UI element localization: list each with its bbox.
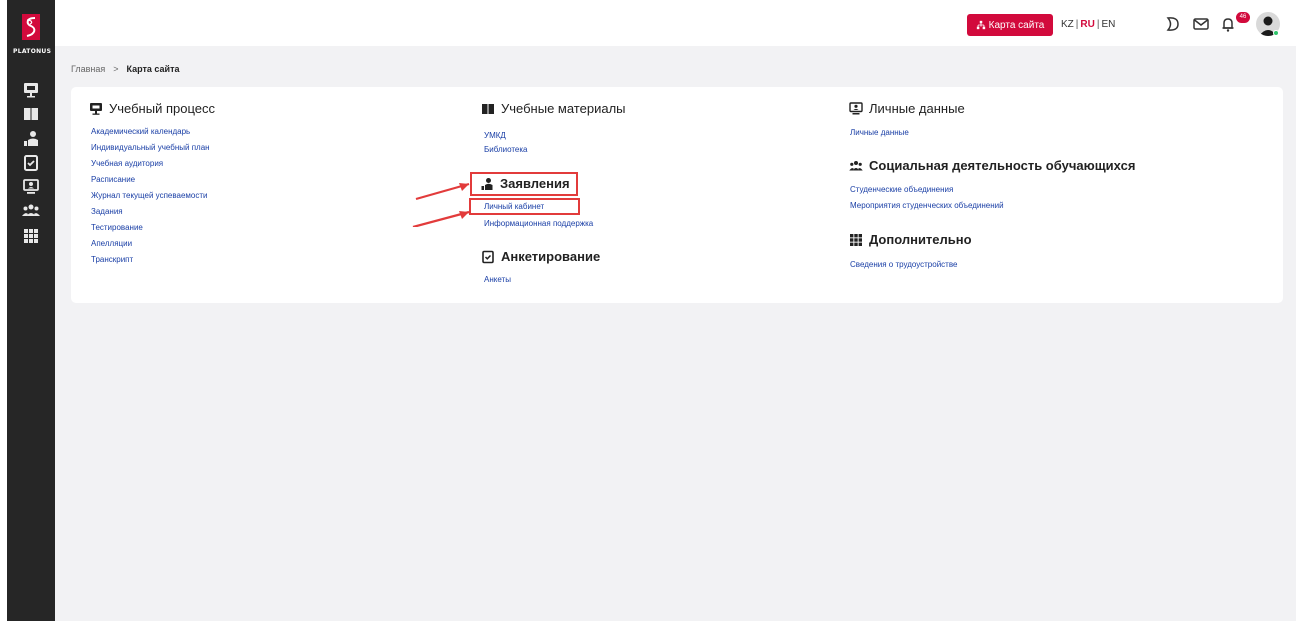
link-grade-journal[interactable]: Журнал текущей успеваемости (91, 191, 208, 200)
highlight-cabinet-box (469, 198, 580, 215)
group-icon (849, 160, 863, 170)
section-surveys-title: Анкетирование (501, 249, 601, 264)
sitemap-icon (976, 20, 985, 30)
platonus-logo[interactable]: PLATONUS (13, 14, 51, 55)
sidebar: PLATONUS (7, 0, 55, 621)
link-individual-plan[interactable]: Индивидуальный учебный план (91, 143, 210, 152)
breadcrumb-current: Карта сайта (126, 64, 180, 74)
link-schedule[interactable]: Расписание (91, 175, 135, 184)
section-study: Учебный процесс (89, 101, 215, 116)
lang-separator: | (1075, 19, 1079, 30)
book-icon (482, 103, 494, 114)
link-appeals[interactable]: Апелляции (91, 239, 132, 248)
grid-icon (850, 233, 862, 246)
section-personal-title: Личные данные (869, 101, 965, 116)
link-transcript[interactable]: Транскрипт (91, 255, 133, 264)
notification-badge: 46 (1236, 12, 1250, 23)
monitor-icon (90, 102, 102, 115)
lang-kz[interactable]: KZ (1061, 19, 1074, 30)
breadcrumb-home[interactable]: Главная (71, 64, 105, 74)
sitemap-button[interactable]: Карта сайта (967, 14, 1053, 36)
section-extra-title: Дополнительно (869, 232, 972, 247)
book-icon[interactable] (21, 104, 41, 124)
theme-toggle-icon[interactable] (1164, 15, 1182, 33)
highlight-applications-box (470, 172, 578, 196)
applicant-icon[interactable] (21, 129, 41, 149)
link-info-support[interactable]: Информационная поддержка (484, 219, 593, 228)
sitemap-card: Учебный процесс Академический календарь … (71, 87, 1283, 303)
link-classroom[interactable]: Учебная аудитория (91, 159, 163, 168)
link-questionnaires[interactable]: Анкеты (484, 275, 511, 284)
personal-data-icon (849, 101, 863, 114)
breadcrumb-separator: > (113, 64, 119, 74)
section-personal: Личные данные (849, 101, 965, 116)
breadcrumb: Главная > Карта сайта (71, 64, 180, 74)
annotation-arrows (412, 182, 470, 227)
link-employment-info[interactable]: Сведения о трудоустройстве (850, 260, 957, 269)
link-testing[interactable]: Тестирование (91, 223, 143, 232)
language-switcher: KZ | RU | EN (1061, 19, 1115, 30)
link-academic-calendar[interactable]: Академический календарь (91, 127, 190, 136)
section-materials-title: Учебные материалы (501, 101, 626, 116)
checklist-icon (482, 250, 494, 263)
section-surveys: Анкетирование (481, 249, 600, 264)
monitor-icon[interactable] (21, 80, 41, 100)
logo-text: PLATONUS (13, 48, 52, 55)
section-materials: Учебные материалы (481, 101, 626, 116)
link-association-events[interactable]: Мероприятия студенческих объединений (850, 201, 1004, 210)
online-status-dot (1273, 30, 1279, 36)
section-social-title: Социальная деятельность обучающихся (869, 158, 1136, 173)
section-social: Социальная деятельность обучающихся (849, 158, 1135, 173)
mail-icon[interactable] (1192, 15, 1210, 33)
logo-icon (22, 14, 40, 40)
sitemap-button-label: Карта сайта (988, 19, 1045, 31)
section-study-title: Учебный процесс (109, 101, 215, 116)
group-icon[interactable] (21, 201, 41, 221)
bell-icon[interactable] (1219, 15, 1237, 33)
lang-en[interactable]: EN (1101, 19, 1115, 30)
link-personal-data[interactable]: Личные данные (850, 128, 909, 137)
checklist-icon[interactable] (21, 153, 41, 173)
lang-ru[interactable]: RU (1080, 19, 1094, 30)
window-edge (0, 0, 7, 621)
link-library[interactable]: Библиотека (484, 145, 528, 154)
personal-data-icon[interactable] (21, 177, 41, 197)
lang-separator: | (1096, 19, 1100, 30)
link-assignments[interactable]: Задания (91, 207, 123, 216)
link-student-associations[interactable]: Студенческие объединения (850, 185, 953, 194)
link-umkd[interactable]: УМКД (484, 131, 506, 140)
grid-icon[interactable] (21, 226, 41, 246)
section-extra: Дополнительно (849, 232, 972, 247)
